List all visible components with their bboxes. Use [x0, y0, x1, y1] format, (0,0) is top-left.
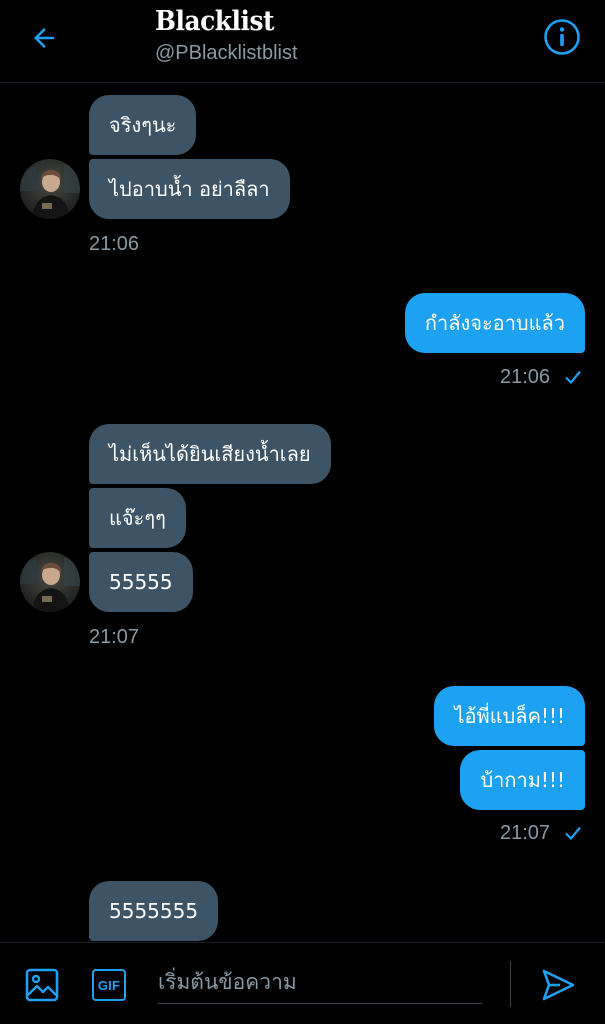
outgoing-message[interactable]: บ้ากาม!!!	[460, 750, 585, 810]
message-text: แจ๊ะๆๆ	[109, 506, 166, 530]
dm-conversation-screen: Blacklist @PBlacklistblist จริงๆนะ ไปอาบ…	[0, 0, 605, 1024]
incoming-message[interactable]: ไม่เห็นได้ยินเสียงน้ำเลย	[89, 424, 331, 484]
send-button[interactable]	[534, 961, 582, 1009]
message-text: จริงๆนะ	[109, 113, 177, 137]
add-gif-button[interactable]: GIF	[89, 965, 129, 1005]
incoming-message[interactable]: จริงๆนะ	[89, 95, 197, 155]
avatar[interactable]	[20, 552, 80, 612]
incoming-message[interactable]: ไปอาบน้ำ อย่าลืลา	[89, 159, 290, 219]
message-input[interactable]	[158, 961, 482, 1004]
incoming-message[interactable]: 55555	[89, 552, 193, 612]
sent-check-icon	[565, 826, 581, 841]
add-image-button[interactable]	[20, 963, 64, 1007]
message-timestamp: 21:07	[500, 822, 551, 844]
message-timestamp: 21:06	[89, 233, 140, 255]
incoming-message[interactable]: แจ๊ะๆๆ	[89, 488, 186, 548]
info-circle-icon	[544, 19, 580, 55]
message-text: บ้ากาม!!!	[480, 768, 565, 792]
outgoing-message[interactable]: กำลังจะอาบแล้ว	[404, 293, 585, 353]
back-button[interactable]	[22, 16, 66, 60]
message-text: ไปอาบน้ำ อย่าลืลา	[109, 177, 270, 201]
conversation-handle: @PBlacklistblist	[155, 42, 298, 64]
message-timestamp: 21:07	[89, 626, 140, 648]
image-icon	[25, 968, 59, 1002]
outgoing-message[interactable]: ไอ้พี่แบล็ค!!!	[434, 686, 585, 746]
conversation-header: Blacklist @PBlacklistblist	[0, 0, 605, 83]
conversation-title[interactable]: Blacklist	[155, 6, 275, 37]
message-text: ไม่เห็นได้ยินเสียงน้ำเลย	[109, 442, 311, 466]
gif-label: GIF	[97, 977, 121, 993]
message-timestamp: 21:06	[500, 366, 551, 388]
avatar[interactable]	[20, 159, 80, 219]
composer-divider	[510, 961, 511, 1007]
incoming-message[interactable]: 5555555	[89, 881, 219, 941]
arrow-left-icon	[34, 28, 54, 48]
info-button[interactable]	[541, 16, 583, 58]
gif-icon: GIF	[92, 969, 126, 1001]
message-composer: GIF	[0, 942, 605, 1024]
message-text: 5555555	[109, 899, 199, 923]
message-text: ไอ้พี่แบล็ค!!!	[454, 704, 565, 728]
send-icon	[542, 969, 575, 1001]
message-text: กำลังจะอาบแล้ว	[424, 311, 565, 335]
message-text: 55555	[109, 570, 173, 594]
sent-check-icon	[565, 370, 581, 385]
